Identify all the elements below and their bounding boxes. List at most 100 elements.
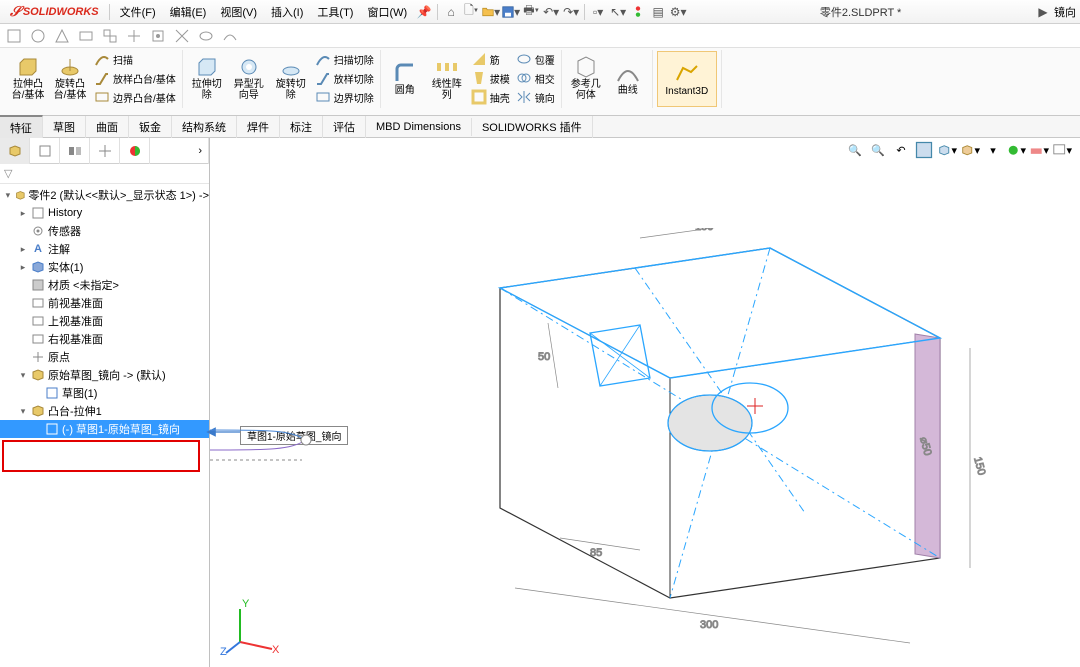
qt-icon-1[interactable] — [4, 26, 24, 46]
loft-button[interactable]: 放样凸台/基体 — [92, 69, 178, 87]
prev-view-icon[interactable]: ↶ — [891, 140, 911, 160]
tree-material[interactable]: 材质 <未指定> — [0, 276, 209, 294]
view-triad[interactable]: Y X Z — [220, 597, 280, 657]
side-tab-property[interactable] — [30, 138, 60, 164]
tree-origin[interactable]: 原点 — [0, 348, 209, 366]
menu-insert[interactable]: 插入(I) — [265, 2, 309, 22]
pin-icon[interactable]: 📌 — [415, 3, 433, 21]
tab-weldment[interactable]: 焊件 — [237, 116, 280, 138]
side-tab-config[interactable] — [60, 138, 90, 164]
new-icon[interactable]: 🗋▾ — [462, 3, 480, 21]
menu-view[interactable]: 视图(V) — [214, 2, 263, 22]
display-style-icon[interactable]: ▾ — [960, 140, 980, 160]
wrap-button[interactable]: 包覆 — [514, 50, 557, 68]
side-tab-feature-tree[interactable] — [0, 138, 30, 164]
qt-icon-8[interactable] — [172, 26, 192, 46]
redo-icon[interactable]: ↷▾ — [562, 3, 580, 21]
tree-mirror-feature[interactable]: ▾原始草图_镜向 -> (默认) — [0, 366, 209, 384]
home-icon[interactable]: ⌂ — [442, 3, 460, 21]
qt-icon-5[interactable] — [100, 26, 120, 46]
undo-icon[interactable]: ↶▾ — [542, 3, 560, 21]
cursor-icon[interactable]: ↖▾ — [609, 3, 627, 21]
side-tab-dimxpert[interactable] — [90, 138, 120, 164]
loft-cut-button[interactable]: 放样切除 — [313, 69, 376, 87]
qt-icon-2[interactable] — [28, 26, 48, 46]
tree-sketch-mirror[interactable]: (-) 草图1-原始草图_镜向 — [0, 420, 209, 438]
tree-boss-extrude[interactable]: ▾凸台-拉伸1 — [0, 402, 209, 420]
instant3d-button[interactable]: Instant3D — [657, 51, 717, 107]
tree-front-plane[interactable]: 前视基准面 — [0, 294, 209, 312]
tab-sketch[interactable]: 草图 — [43, 116, 86, 138]
save-icon[interactable]: ▾ — [502, 3, 520, 21]
mirror-toggle-icon[interactable]: ▶ — [1034, 3, 1052, 21]
extrude-cut-button[interactable]: 拉伸切除 — [187, 50, 227, 106]
intersect-button[interactable]: 相交 — [514, 69, 557, 87]
quick-toolbar — [0, 24, 1080, 48]
filter-icon[interactable]: ▽ — [4, 167, 12, 180]
tab-features[interactable]: 特征 — [0, 115, 43, 139]
viewport-icon[interactable]: ▾ — [1052, 140, 1072, 160]
fillet-button[interactable]: 圆角 — [385, 50, 425, 106]
graphics-viewport[interactable]: 🔍 🔍 ↶ ▾ ▾ ▾ ▾ ▾ ▾ 草图1-原始草图_镜向 — [210, 138, 1080, 667]
tree-annotations[interactable]: ▸A注解 — [0, 240, 209, 258]
mirror-button[interactable]: 镜向 — [514, 88, 557, 106]
separator — [584, 4, 585, 20]
tree-top-plane[interactable]: 上视基准面 — [0, 312, 209, 330]
revolve-boss-button[interactable]: 旋转凸台/基体 — [50, 50, 90, 106]
ref-geometry-button[interactable]: 参考几何体 — [566, 50, 606, 106]
brand-name: SOLIDWORKS — [23, 6, 99, 18]
hide-show-icon[interactable]: ▾ — [983, 140, 1003, 160]
qt-icon-3[interactable] — [52, 26, 72, 46]
boundary-button[interactable]: 边界凸台/基体 — [92, 88, 178, 106]
boundary-cut-button[interactable]: 边界切除 — [313, 88, 376, 106]
revolve-cut-button[interactable]: 旋转切除 — [271, 50, 311, 106]
app-logo: 𝒮 SOLIDWORKS — [4, 3, 105, 20]
model-view: 100 50 85 300 150 ⌀50 — [440, 228, 1000, 648]
appearance-icon[interactable]: ▾ — [1006, 140, 1026, 160]
tree-history[interactable]: ▸History — [0, 204, 209, 222]
tab-addins[interactable]: SOLIDWORKS 插件 — [472, 116, 593, 138]
zoom-area-icon[interactable]: 🔍 — [868, 140, 888, 160]
tree-sketch1[interactable]: 草图(1) — [0, 384, 209, 402]
print-icon[interactable]: 🖶▾ — [522, 3, 540, 21]
rib-button[interactable]: 筋 — [469, 50, 512, 68]
qt-icon-6[interactable] — [124, 26, 144, 46]
select-icon[interactable]: ▫▾ — [589, 3, 607, 21]
options-icon[interactable]: ▤ — [649, 3, 667, 21]
section-icon[interactable] — [914, 140, 934, 160]
scene-icon[interactable]: ▾ — [1029, 140, 1049, 160]
menu-tools[interactable]: 工具(T) — [311, 2, 359, 22]
menu-edit[interactable]: 编辑(E) — [164, 2, 213, 22]
tab-dimension[interactable]: 标注 — [280, 116, 323, 138]
zoom-fit-icon[interactable]: 🔍 — [845, 140, 865, 160]
menu-window[interactable]: 窗口(W) — [361, 2, 413, 22]
draft-button[interactable]: 拔模 — [469, 69, 512, 87]
tree-right-plane[interactable]: 右视基准面 — [0, 330, 209, 348]
shell-button[interactable]: 抽壳 — [469, 88, 512, 106]
tree-root[interactable]: ▾零件2 (默认<<默认>_显示状态 1>) -> — [0, 186, 209, 204]
tab-sheetmetal[interactable]: 钣金 — [129, 116, 172, 138]
qt-icon-9[interactable] — [196, 26, 216, 46]
extrude-boss-button[interactable]: 拉伸凸台/基体 — [8, 50, 48, 106]
tree-solid-bodies[interactable]: ▸实体(1) — [0, 258, 209, 276]
tab-surface[interactable]: 曲面 — [86, 116, 129, 138]
side-tab-appearance[interactable] — [120, 138, 150, 164]
tree-sensors[interactable]: 传感器 — [0, 222, 209, 240]
curves-button[interactable]: 曲线 — [608, 50, 648, 106]
open-icon[interactable]: ▾ — [482, 3, 500, 21]
settings-icon[interactable]: ⚙▾ — [669, 3, 687, 21]
sweep-button[interactable]: 扫描 — [92, 50, 178, 68]
qt-icon-7[interactable] — [148, 26, 168, 46]
qt-icon-4[interactable] — [76, 26, 96, 46]
qt-icon-10[interactable] — [220, 26, 240, 46]
linear-pattern-button[interactable]: 线性阵列 — [427, 50, 467, 106]
hole-wizard-button[interactable]: 异型孔向导 — [229, 50, 269, 106]
traffic-icon[interactable] — [629, 3, 647, 21]
side-tab-more[interactable]: › — [150, 138, 209, 164]
sweep-cut-button[interactable]: 扫描切除 — [313, 50, 376, 68]
tab-evaluate[interactable]: 评估 — [323, 116, 366, 138]
tab-structure[interactable]: 结构系统 — [172, 116, 237, 138]
menu-file[interactable]: 文件(F) — [114, 2, 162, 22]
view-orient-icon[interactable]: ▾ — [937, 140, 957, 160]
tab-mbd[interactable]: MBD Dimensions — [366, 118, 472, 136]
